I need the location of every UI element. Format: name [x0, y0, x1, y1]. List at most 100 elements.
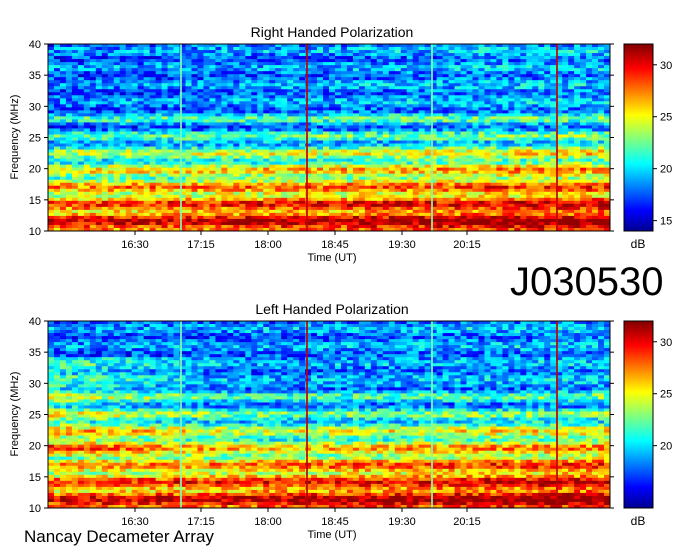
heatmap-cell [167, 143, 174, 147]
heatmap-cell [550, 137, 557, 141]
heatmap-cell [424, 158, 431, 162]
heatmap-cell [382, 107, 390, 111]
heatmap-cell [502, 131, 509, 135]
heatmap-cell [490, 134, 497, 138]
heatmap-cell [59, 110, 67, 114]
heatmap-cell [89, 143, 97, 147]
heatmap-cell [53, 65, 61, 69]
heatmap-cell [323, 152, 330, 156]
heatmap-cell [311, 110, 318, 114]
heatmap-cell [215, 101, 222, 105]
heatmap-cell [544, 59, 551, 63]
heatmap-cell [149, 107, 156, 111]
heatmap-cell [472, 149, 479, 153]
heatmap-cell [526, 119, 533, 123]
heatmap-cell [113, 77, 121, 81]
heatmap-cell [83, 83, 91, 87]
heatmap-cell [215, 197, 222, 202]
heatmap-cell [382, 200, 390, 205]
heatmap-cell [77, 146, 85, 150]
heatmap-cell [478, 191, 485, 196]
heatmap-cell [221, 86, 228, 90]
heatmap-cell [424, 80, 431, 84]
heatmap-cell [65, 77, 73, 81]
heatmap-cell [580, 44, 587, 48]
heatmap-cell [323, 167, 330, 172]
heatmap-cell [532, 185, 539, 190]
heatmap-cell [412, 119, 420, 123]
heatmap-cell [257, 59, 264, 63]
heatmap-cell [287, 53, 294, 57]
heatmap-cell [592, 101, 599, 105]
heatmap-cell [239, 122, 246, 126]
heatmap-cell [436, 116, 443, 120]
heatmap-cell [550, 176, 557, 181]
heatmap-cell [245, 53, 252, 57]
heatmap-cell [323, 200, 330, 205]
heatmap-cell [131, 110, 139, 114]
heatmap-cell [125, 80, 133, 84]
heatmap-cell [191, 83, 198, 87]
heatmap-cell [436, 131, 443, 135]
heatmap-cell [83, 95, 91, 99]
heatmap-cell [424, 152, 431, 156]
heatmap-cell [370, 77, 378, 81]
heatmap-cell [173, 167, 180, 172]
heatmap-cell [125, 110, 133, 114]
heatmap-cell [95, 170, 103, 175]
heatmap-cell [544, 125, 551, 129]
heatmap-cell [568, 188, 575, 193]
heatmap-cell [502, 119, 509, 123]
heatmap-cell [418, 116, 426, 120]
heatmap-cell [442, 110, 449, 114]
heatmap-cell [71, 203, 79, 208]
heatmap-cell [514, 95, 521, 99]
heatmap-cell [562, 185, 569, 190]
heatmap-cell [364, 122, 372, 126]
heatmap-cell [269, 47, 276, 51]
heatmap-cell [376, 47, 384, 51]
heatmap-cell [275, 155, 282, 159]
heatmap-cell [496, 71, 503, 75]
heatmap-cell [592, 95, 599, 99]
heatmap-cell [352, 47, 360, 51]
heatmap-cell [257, 113, 264, 117]
heatmap-cell [227, 137, 234, 141]
heatmap-cell [496, 164, 503, 169]
heatmap-cell [442, 131, 449, 135]
heatmap-cell [514, 188, 521, 193]
heatmap-cell [275, 185, 282, 190]
heatmap-cell [287, 113, 294, 117]
heatmap-cell [239, 179, 246, 184]
heatmap-cell [233, 116, 240, 120]
heatmap-cell [592, 104, 599, 108]
heatmap-cell [119, 56, 127, 60]
heatmap-cell [233, 101, 240, 105]
heatmap-cell [490, 44, 497, 48]
heatmap-cell [65, 170, 73, 175]
heatmap-cell [161, 53, 168, 57]
heatmap-cell [496, 62, 503, 66]
heatmap-cell [167, 179, 174, 184]
heatmap-cell [598, 92, 605, 96]
heatmap-cell [334, 53, 342, 57]
heatmap-cell [263, 92, 270, 96]
heatmap-cell [65, 113, 73, 117]
heatmap-cell [562, 200, 569, 205]
heatmap-cell [125, 146, 133, 150]
heatmap-cell [352, 83, 360, 87]
heatmap-cell [209, 119, 216, 123]
heatmap-cell [299, 62, 306, 66]
heatmap-cell [436, 56, 443, 60]
heatmap-cell [185, 50, 192, 54]
heatmap-cell [376, 74, 384, 78]
heatmap-cell [311, 131, 318, 135]
heatmap-cell [466, 122, 473, 126]
heatmap-cell [251, 176, 258, 181]
heatmap-cell [101, 119, 109, 123]
heatmap-cell [209, 164, 216, 169]
heatmap-cell [418, 155, 426, 159]
heatmap-cell [191, 125, 198, 129]
heatmap-cell [586, 47, 593, 51]
heatmap-cell [48, 134, 55, 138]
